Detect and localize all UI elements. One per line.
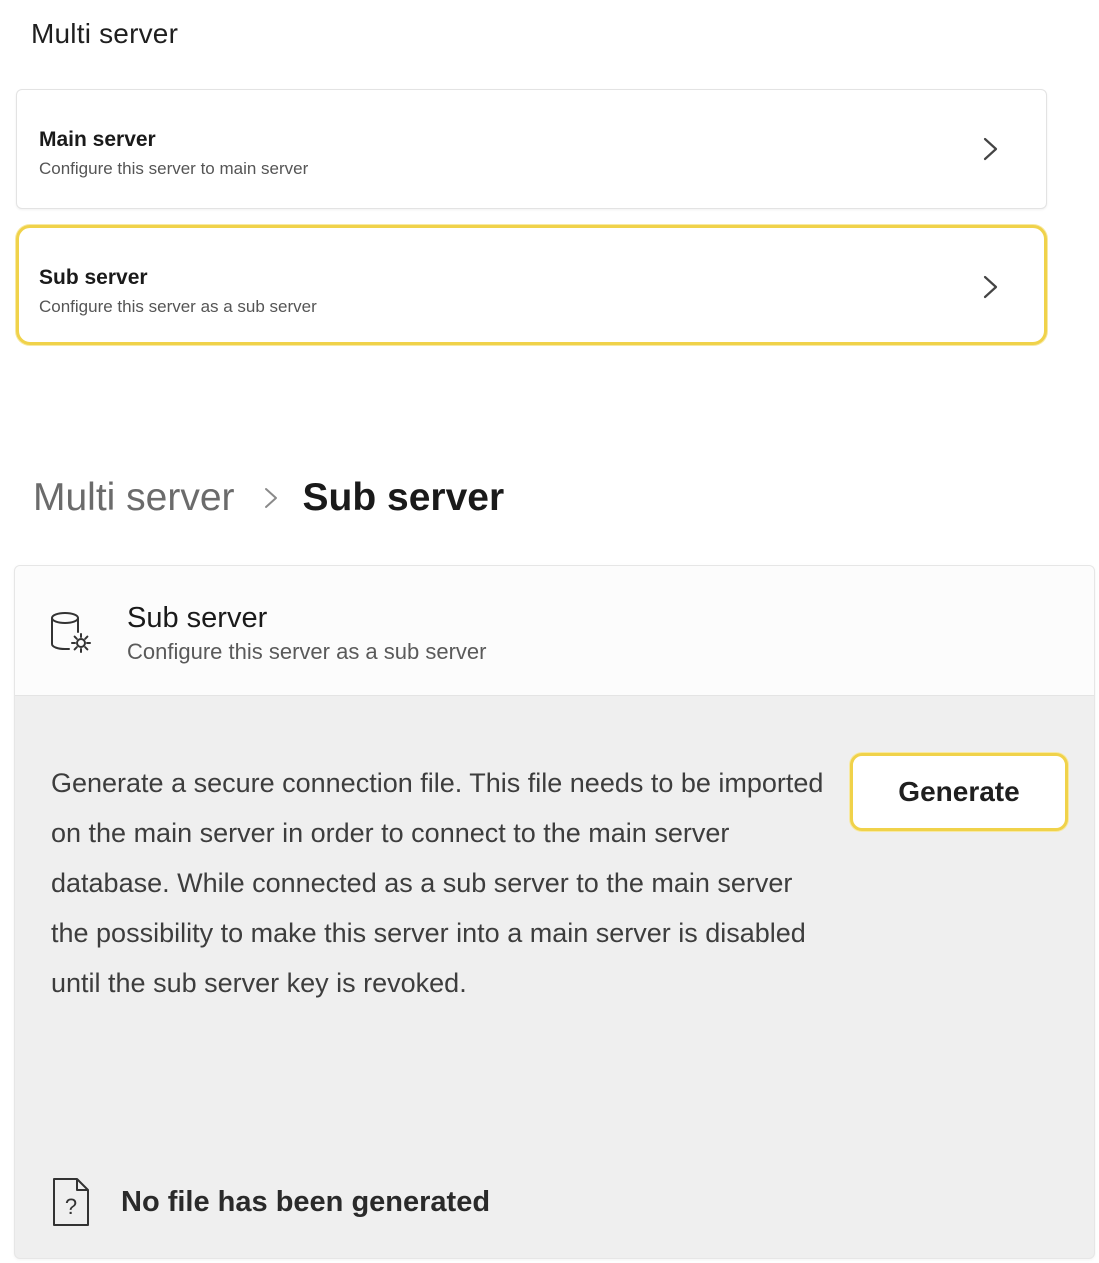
file-status: ? No file has been generated	[51, 1176, 490, 1228]
chevron-right-icon	[983, 275, 998, 299]
breadcrumb: Multi server Sub server	[33, 473, 504, 523]
sub-server-panel: Sub server Configure this server as a su…	[14, 565, 1095, 1259]
file-question-icon: ?	[53, 1178, 89, 1226]
generate-button[interactable]: Generate	[850, 753, 1068, 831]
panel-title: Sub server	[127, 602, 268, 634]
panel-header: Sub server Configure this server as a su…	[15, 566, 1094, 696]
file-status-text: No file has been generated	[121, 1185, 491, 1218]
sub-server-title: Sub server	[39, 266, 148, 289]
svg-text:?: ?	[65, 1194, 77, 1219]
main-server-card[interactable]: Main server Configure this server to mai…	[16, 89, 1047, 209]
chevron-right-icon	[264, 488, 277, 508]
sub-server-subtitle: Configure this server as a sub server	[39, 297, 317, 316]
section-title: Multi server	[31, 18, 179, 49]
page: Multi server Main server Configure this …	[0, 0, 1099, 1263]
panel-description: Generate a secure connection file. This …	[51, 768, 824, 998]
main-server-title: Main server	[39, 128, 156, 151]
chevron-right-icon	[983, 137, 998, 161]
sub-server-card[interactable]: Sub server Configure this server as a su…	[16, 225, 1047, 345]
panel-subtitle: Configure this server as a sub server	[127, 639, 487, 664]
breadcrumb-parent[interactable]: Multi server	[33, 476, 235, 520]
database-settings-icon	[51, 612, 91, 653]
main-server-subtitle: Configure this server to main server	[39, 159, 309, 178]
breadcrumb-current: Sub server	[302, 476, 505, 519]
